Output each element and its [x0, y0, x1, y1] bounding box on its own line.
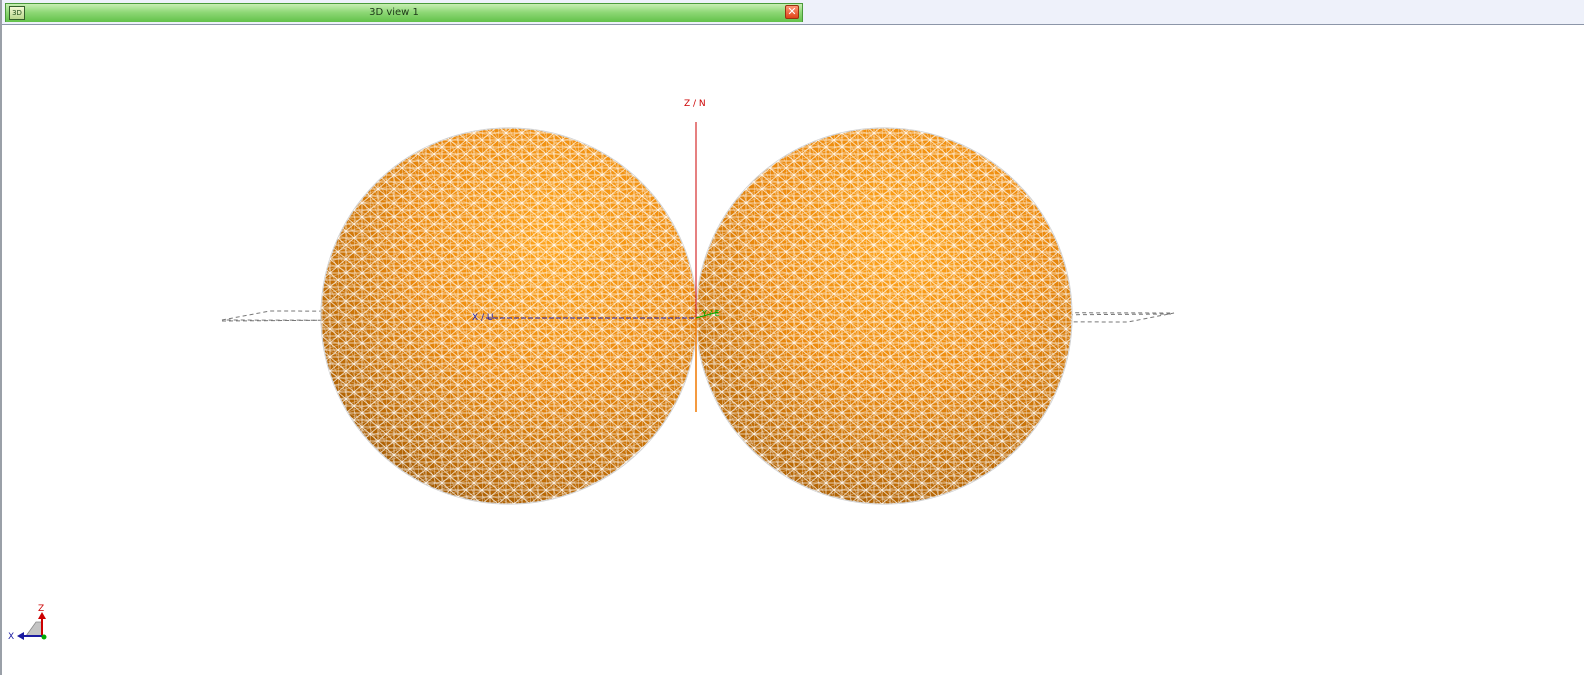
tab-title: 3D view 1: [369, 7, 419, 18]
axis-label-y: Y / E: [701, 309, 720, 318]
sphere-left[interactable]: [320, 127, 698, 505]
triad-label-x: X: [8, 632, 14, 642]
sphere-right[interactable]: [695, 127, 1073, 505]
close-icon[interactable]: ✕: [785, 5, 799, 19]
axis-label-x: X / U: [472, 313, 494, 323]
orientation-triad: [17, 612, 47, 640]
3d-viewport[interactable]: Z / N X / U Y / E Z X: [2, 25, 1584, 675]
3d-scene[interactable]: Z / N X / U Y / E Z X: [2, 25, 1584, 675]
axis-label-z: Z / N: [684, 99, 706, 109]
tab-3d-view-1[interactable]: 3D 3D view 1 ✕: [5, 3, 803, 22]
triad-label-z: Z: [38, 604, 44, 614]
tab-bar: 3D 3D view 1 ✕: [2, 0, 1584, 25]
